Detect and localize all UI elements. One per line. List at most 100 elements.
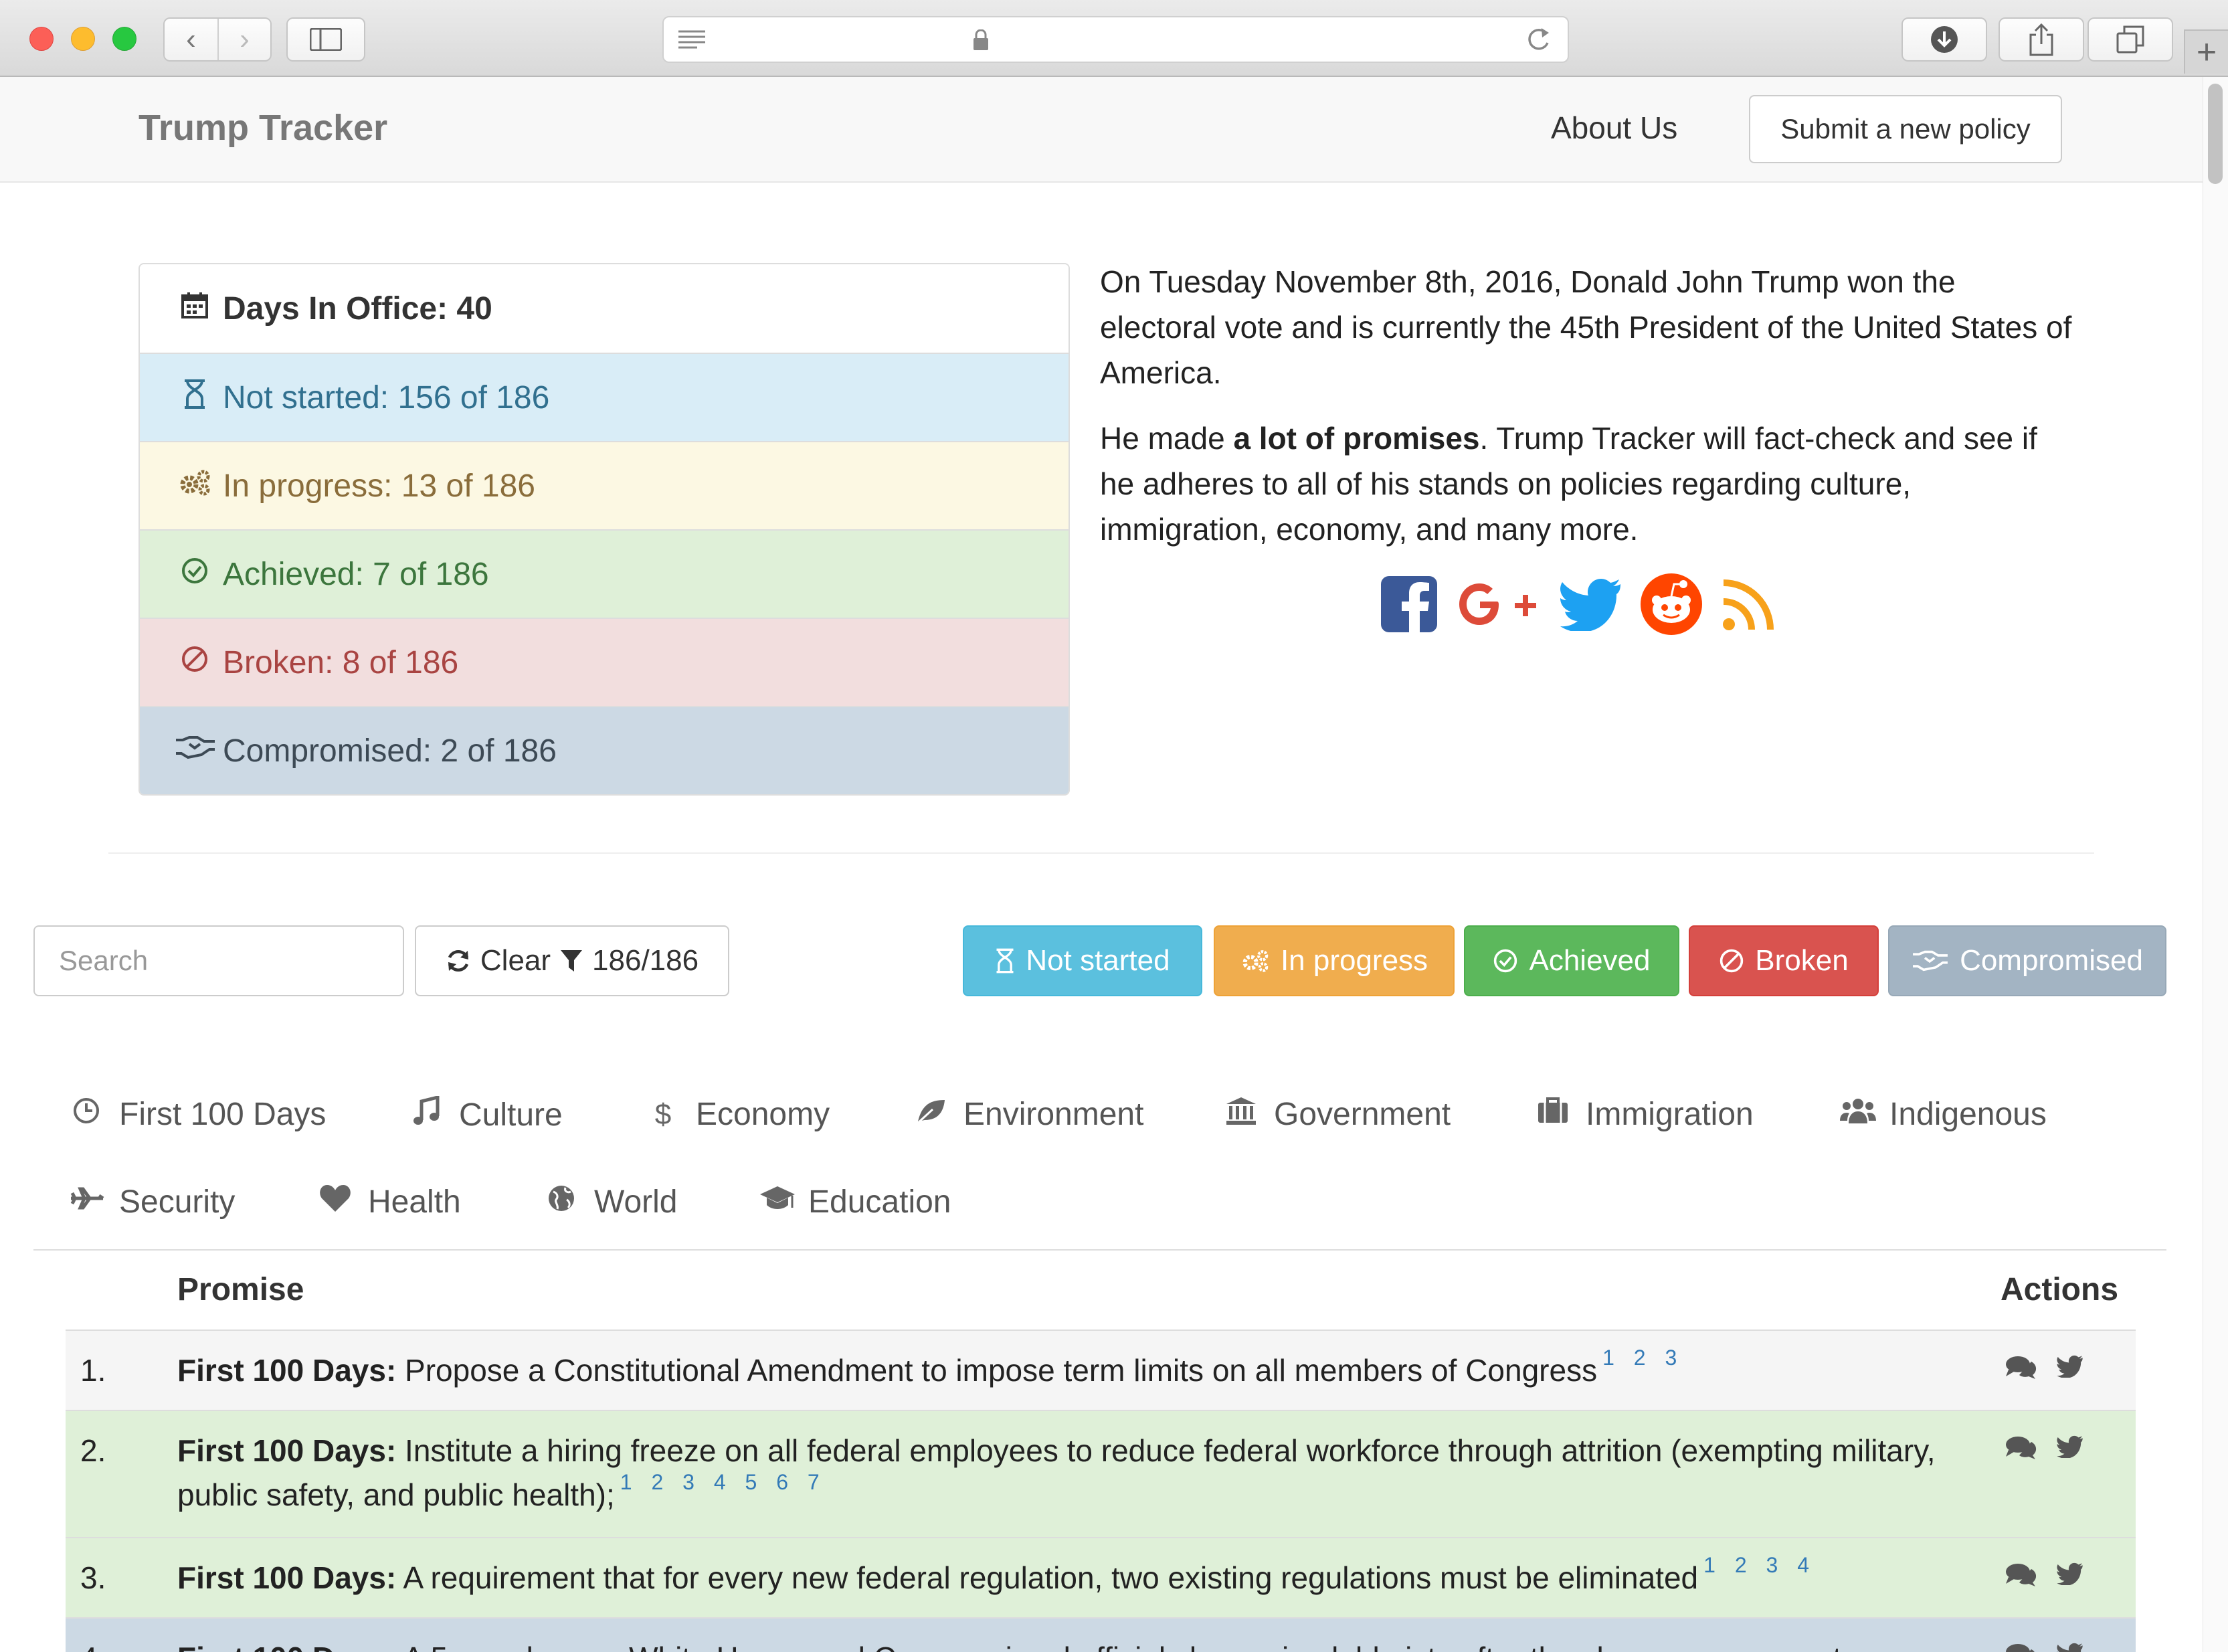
category-health[interactable]: Health [318, 1184, 461, 1220]
twitter-icon[interactable] [2057, 1355, 2083, 1378]
intro-paragraph-1: On Tuesday November 8th, 2016, Donald Jo… [1100, 264, 2072, 390]
about-us-link[interactable]: About Us [1551, 110, 1677, 146]
row-actions [2005, 1355, 2083, 1380]
category-label: Indigenous [1889, 1097, 2047, 1132]
facebook-icon[interactable] [1380, 575, 1438, 634]
category-label: Environment [963, 1097, 1144, 1132]
search-input[interactable]: Search [33, 925, 404, 996]
not-started-count: Not started: 156 of 186 [223, 379, 550, 416]
promise-category: First 100 Days: [177, 1560, 397, 1595]
days-in-office: Days In Office: 40 [140, 264, 1069, 353]
days-in-office-text: Days In Office: 40 [223, 290, 492, 327]
twitter-icon[interactable] [2057, 1435, 2083, 1458]
comments-icon[interactable] [2005, 1435, 2038, 1461]
plane-icon [70, 1185, 104, 1219]
category-immigration[interactable]: Immigration [1536, 1096, 1754, 1133]
reference-links[interactable]: 1 2 3 4 5 6 7 [620, 1470, 826, 1494]
in-progress-count: In progress: 13 of 186 [223, 468, 535, 504]
address-bar[interactable] [662, 16, 1569, 63]
row-actions [2005, 1562, 2083, 1588]
rss-icon[interactable] [1721, 576, 1777, 632]
reference-links[interactable]: 1 2 3 4 [1703, 1553, 1816, 1577]
reload-icon[interactable] [1523, 23, 1553, 55]
category-economy[interactable]: $ Economy [646, 1096, 830, 1133]
back-button[interactable]: ‹ [165, 19, 217, 60]
page-viewport: Trump Tracker About Us Submit a new poli… [0, 77, 2228, 1652]
calendar-icon [175, 291, 215, 327]
table-row: 1. First 100 Days: Propose a Constitutio… [66, 1329, 2136, 1410]
filter-not-started-button[interactable]: Not started [963, 925, 1202, 996]
social-links [1380, 572, 1777, 636]
comments-icon[interactable] [2005, 1355, 2038, 1380]
category-environment[interactable]: Environment [914, 1096, 1143, 1133]
category-government[interactable]: Government [1224, 1096, 1451, 1133]
download-icon [1931, 26, 1958, 53]
twitter-icon[interactable] [2057, 1562, 2083, 1585]
plus-icon: + [2196, 33, 2217, 72]
promise-text: First 100 Days: Institute a hiring freez… [177, 1429, 1970, 1517]
brand-link[interactable]: Trump Tracker [138, 107, 387, 149]
minimize-window-button[interactable] [71, 27, 95, 51]
scrollbar-thumb[interactable] [2208, 84, 2223, 184]
stat-in-progress: In progress: 13 of 186 [140, 441, 1069, 529]
filter-compromised-button[interactable]: Compromised [1888, 925, 2166, 996]
filter-label: Broken [1755, 944, 1849, 977]
reddit-icon[interactable] [1639, 572, 1703, 636]
achieved-count: Achieved: 7 of 186 [223, 556, 489, 592]
heart-icon [318, 1184, 352, 1220]
promise-description: A requirement that for every new federal… [396, 1560, 1699, 1595]
tab-overview-button[interactable] [2087, 17, 2173, 62]
category-world[interactable]: World [545, 1184, 677, 1220]
category-indigenous[interactable]: Indigenous [1840, 1096, 2047, 1133]
sidebar-toggle-button[interactable] [286, 17, 365, 62]
table-row: 4. First 100 Days: A 5-year ban on White… [66, 1617, 2136, 1652]
row-number: 1. [80, 1353, 106, 1388]
clear-filters-button[interactable]: Clear 186/186 [415, 925, 729, 996]
comments-icon[interactable] [2005, 1643, 2038, 1652]
gears-icon [175, 468, 215, 504]
promise-category: First 100 Days: [177, 1433, 397, 1468]
suitcase-icon [1536, 1097, 1570, 1131]
filter-broken-button[interactable]: Broken [1689, 925, 1879, 996]
twitter-icon[interactable] [2057, 1643, 2083, 1652]
category-security[interactable]: Security [70, 1184, 235, 1220]
zoom-window-button[interactable] [112, 27, 136, 51]
reference-links[interactable]: 1 2 3 [1602, 1346, 1683, 1370]
submit-policy-button[interactable]: Submit a new policy [1749, 95, 2062, 163]
category-first-100-days[interactable]: First 100 Days [70, 1096, 326, 1133]
promise-text: First 100 Days: Propose a Constitutional… [177, 1346, 1970, 1392]
chevron-left-icon: ‹ [186, 23, 196, 56]
share-button[interactable] [1999, 17, 2084, 62]
graduation-cap-icon [759, 1185, 795, 1219]
reader-view-icon[interactable] [677, 28, 707, 51]
downloads-button[interactable] [1901, 17, 1987, 62]
category-education[interactable]: Education [759, 1184, 951, 1220]
stats-panel: Days In Office: 40 Not started: 156 of 1… [138, 263, 1070, 796]
category-label: Immigration [1586, 1097, 1754, 1132]
comments-icon[interactable] [2005, 1562, 2038, 1588]
google-plus-icon[interactable] [1456, 575, 1543, 634]
leaf-icon [914, 1097, 947, 1131]
category-label: Economy [696, 1097, 830, 1132]
history-nav: ‹ › [163, 17, 272, 62]
promise-description: Institute a hiring freeze on all federal… [177, 1433, 1936, 1512]
row-number: 2. [80, 1433, 106, 1468]
new-tab-button[interactable]: + [2184, 29, 2228, 74]
section-divider [108, 852, 2094, 854]
result-count: 186/186 [592, 944, 699, 977]
forward-button[interactable]: › [217, 19, 270, 60]
chevron-right-icon: › [240, 23, 250, 56]
close-window-button[interactable] [29, 27, 54, 51]
filter-achieved-button[interactable]: Achieved [1464, 925, 1679, 996]
scrollbar[interactable] [2203, 77, 2228, 1652]
check-circle-icon [1494, 949, 1517, 973]
filter-label: Achieved [1529, 944, 1651, 977]
promise-description: A 5-year ban on White House and Congress… [396, 1641, 1842, 1652]
site-navbar: Trump Tracker About Us Submit a new poli… [0, 77, 2203, 183]
filter-in-progress-button[interactable]: In progress [1214, 925, 1455, 996]
column-header-promise: Promise [177, 1272, 304, 1307]
category-culture[interactable]: Culture [409, 1095, 563, 1134]
dollar-icon: $ [654, 1097, 672, 1131]
twitter-icon[interactable] [1560, 577, 1622, 631]
category-divider [33, 1249, 2166, 1251]
